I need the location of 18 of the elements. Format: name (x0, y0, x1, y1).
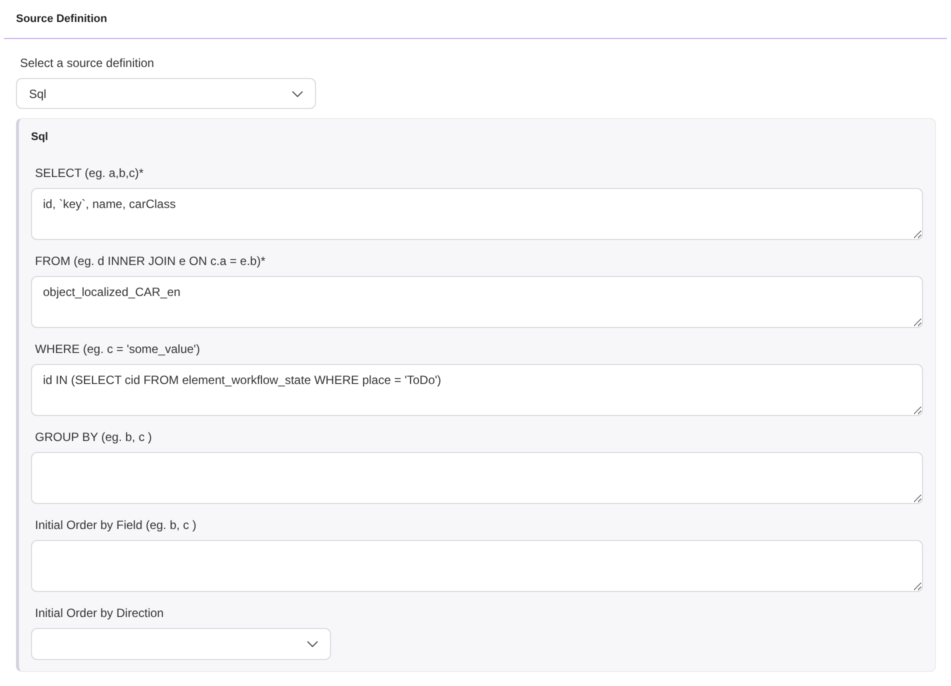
field-label: SELECT (eg. a,b,c)* (35, 165, 144, 181)
chevron-down-icon (292, 90, 303, 96)
field-label: Initial Order by Direction (35, 605, 164, 621)
field-label: WHERE (eg. c = 'some_value') (35, 341, 200, 357)
field-label: FROM (eg. d INNER JOIN e ON c.a = e.b)* (35, 253, 266, 269)
field-label: Initial Order by Field (eg. b, c ) (35, 517, 196, 533)
text-area-field[interactable] (31, 540, 923, 592)
chevron-down-icon (307, 641, 318, 647)
field-label: GROUP BY (eg. b, c ) (35, 429, 152, 445)
text-area-field[interactable]: object_localized_CAR_en (31, 276, 923, 328)
section-title: Source Definition (16, 13, 108, 25)
dropdown-select[interactable] (31, 628, 331, 660)
text-area-field[interactable] (31, 452, 923, 504)
text-area-field[interactable]: id IN (SELECT cid FROM element_workflow_state WHERE place = 'ToDo') (31, 364, 923, 416)
source-select[interactable]: Sql (16, 78, 316, 109)
text-area-field[interactable]: id, `key`, name, carClass (31, 188, 923, 240)
field-label: Select a source definition (20, 55, 154, 71)
panel-title: Sql (31, 130, 48, 145)
